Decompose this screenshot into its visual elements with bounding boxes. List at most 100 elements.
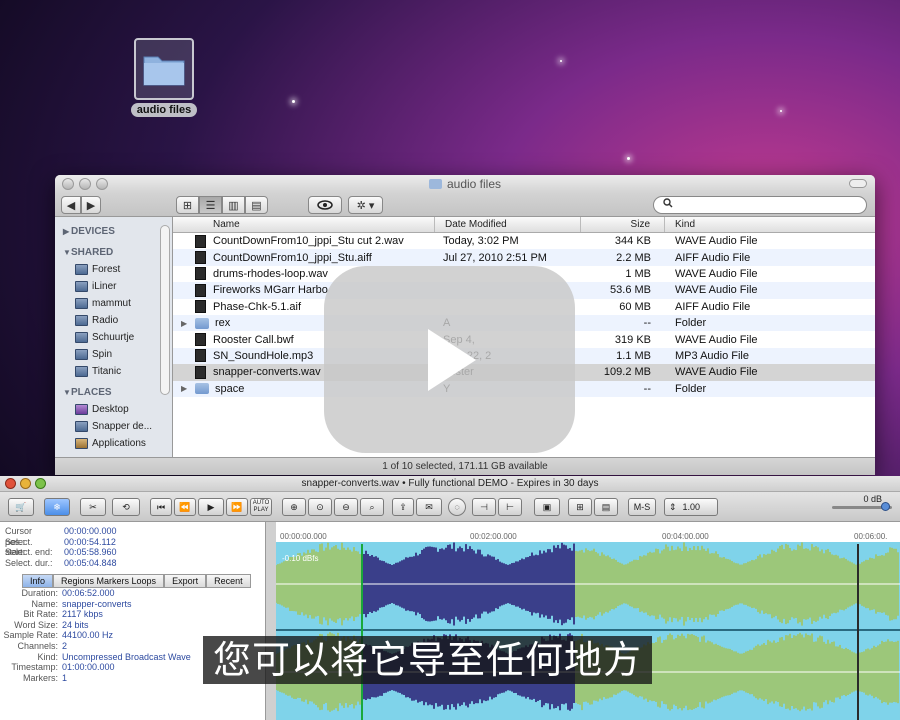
action-group: ✲ ▾ <box>348 196 383 214</box>
network-computer-icon <box>75 349 88 360</box>
fade-icon[interactable]: ◌ <box>448 498 466 516</box>
info-row: Name: snapper-converts <box>0 599 260 610</box>
export-icon[interactable]: ⇪ <box>392 498 414 516</box>
sidebar-item-applications[interactable]: Applications <box>55 435 172 452</box>
sidebar-scrollbar[interactable] <box>160 225 170 395</box>
list-view-button[interactable]: ☰ <box>199 196 222 214</box>
info-value: 1 <box>62 672 68 683</box>
file-name: Rooster Call.bwf <box>213 333 294 346</box>
window-icon[interactable]: ▣ <box>534 498 560 516</box>
sidebar-item-radio[interactable]: Radio <box>55 312 172 329</box>
sidebar-item-forest[interactable]: Forest <box>55 261 172 278</box>
play-icon <box>427 328 476 391</box>
desktop-folder-audio-files[interactable]: audio files <box>127 38 201 117</box>
editor-title: snapper-converts.wav • Fully functional … <box>301 478 599 489</box>
back-button[interactable]: ◀ <box>61 196 81 214</box>
sidebar-item-iliner[interactable]: iLiner <box>55 278 172 295</box>
coverflow-view-button[interactable]: ▤ <box>245 196 268 214</box>
folder-icon <box>428 179 442 189</box>
play-transport-icon[interactable]: ▶ <box>198 498 224 516</box>
zoom-selection-icon[interactable]: ⌕ <box>360 498 384 516</box>
waveform-view[interactable] <box>276 522 900 720</box>
sidebar-item-desktop[interactable]: Desktop <box>55 401 172 418</box>
split-icon[interactable]: ⊞ <box>568 498 592 516</box>
sidebar-item-titanic[interactable]: Titanic <box>55 363 172 380</box>
column-header-size[interactable]: Size <box>581 217 665 232</box>
sidebar-item-spin[interactable]: Spin <box>55 346 172 363</box>
file-size: -- <box>643 382 651 395</box>
file-size: 1 MB <box>625 267 651 280</box>
column-header-name[interactable]: Name <box>173 217 435 232</box>
sidebar-item-schuurtje[interactable]: Schuurtje <box>55 329 172 346</box>
search-input[interactable] <box>653 196 867 214</box>
zoom-out-icon[interactable]: ⊖ <box>334 498 358 516</box>
close-button[interactable] <box>62 178 74 190</box>
file-name: snapper-converts.wav <box>213 366 321 379</box>
zoom-button[interactable] <box>96 178 108 190</box>
sidebar-header-places[interactable]: ▼PLACES <box>55 384 172 401</box>
audio-file-icon <box>195 267 206 281</box>
rewind-icon[interactable]: ⏪ <box>174 498 196 516</box>
file-name: SN_SoundHole.mp3 <box>213 349 314 362</box>
playback-rate-stepper[interactable]: ⇕ 1.00 <box>664 498 718 516</box>
eye-icon[interactable] <box>308 196 342 214</box>
file-row[interactable]: CountDownFrom10_jppi_Stu cut 2.wav Today,… <box>173 233 875 249</box>
sidebar-header-devices[interactable]: ▶ DEVICES <box>55 223 172 240</box>
auto-play-button[interactable]: AUTO PLAY <box>250 498 272 516</box>
file-row[interactable]: CountDownFrom10_jppi_Stu.aiff Jul 27, 201… <box>173 249 875 266</box>
file-size: 344 KB <box>614 235 651 248</box>
minimize-button[interactable] <box>20 478 31 489</box>
minimize-button[interactable] <box>79 178 91 190</box>
document-icon[interactable]: ▤ <box>594 498 618 516</box>
sidebar-item-snapper[interactable]: Snapper de... <box>55 418 172 435</box>
disclosure-icon[interactable]: ▶ <box>181 319 187 328</box>
waveform-svg <box>276 542 900 720</box>
volume-slider-knob[interactable] <box>881 502 890 511</box>
quicklook-group <box>308 196 342 214</box>
tab-export[interactable]: Export <box>164 574 207 588</box>
network-computer-icon <box>75 332 88 343</box>
gear-icon[interactable]: ✲ ▾ <box>348 196 383 214</box>
marker-icon[interactable]: ⊣ <box>472 498 496 516</box>
audio-file-icon <box>195 283 206 297</box>
zoom-button[interactable] <box>35 478 46 489</box>
email-icon[interactable]: ✉ <box>416 498 442 516</box>
file-kind: WAVE Audio File <box>675 267 758 280</box>
column-view-button[interactable]: ▥ <box>222 196 245 214</box>
file-kind: Folder <box>675 317 707 330</box>
cursor-pos-value: 00:00:00.000 <box>64 526 117 536</box>
video-play-button[interactable] <box>324 266 575 453</box>
cut-icon[interactable]: ✂ <box>80 498 106 516</box>
sidebar-header-shared[interactable]: ▼SHARED <box>55 244 172 261</box>
playback-rate-value: 1.00 <box>682 502 701 512</box>
file-kind: MP3 Audio File <box>675 349 749 362</box>
cart-icon[interactable]: 🛒 <box>8 498 34 516</box>
home-icon <box>75 421 88 432</box>
ms-button[interactable]: M-S <box>628 498 656 516</box>
tab-regions-markers-loops[interactable]: Regions Markers Loops <box>53 574 165 588</box>
column-header-date[interactable]: Date Modified <box>435 217 581 232</box>
zoom-fit-icon[interactable]: ⊙ <box>308 498 332 516</box>
region-icon[interactable]: ⊢ <box>498 498 522 516</box>
tab-recent[interactable]: Recent <box>206 574 251 588</box>
toolbar-toggle-button[interactable] <box>849 179 867 188</box>
zoom-in-icon[interactable]: ⊕ <box>282 498 306 516</box>
select-dur-value: 00:05:04.848 <box>64 557 117 568</box>
select-start-value: 00:00:54.112 <box>64 536 116 547</box>
video-subtitle: 您可以将它导至任何地方 <box>203 636 653 684</box>
tab-info[interactable]: Info <box>22 574 54 588</box>
skip-start-icon[interactable]: ⏮ <box>150 498 172 516</box>
audio-file-icon <box>195 251 206 265</box>
info-row: Duration: 00:06:52.000 <box>0 588 260 599</box>
fast-forward-icon[interactable]: ⏩ <box>226 498 248 516</box>
file-kind: Folder <box>675 382 707 395</box>
icon-view-button[interactable]: ⊞ <box>176 196 199 214</box>
disclosure-icon[interactable]: ▶ <box>181 384 187 393</box>
forward-button[interactable]: ▶ <box>81 196 101 214</box>
sidebar-item-mammut[interactable]: mammut <box>55 295 172 312</box>
snowflake-icon[interactable]: ❄ <box>44 498 70 516</box>
column-header-kind[interactable]: Kind <box>665 217 875 232</box>
window-controls <box>5 478 46 489</box>
close-button[interactable] <box>5 478 16 489</box>
loop-icon[interactable]: ⟲ <box>112 498 140 516</box>
